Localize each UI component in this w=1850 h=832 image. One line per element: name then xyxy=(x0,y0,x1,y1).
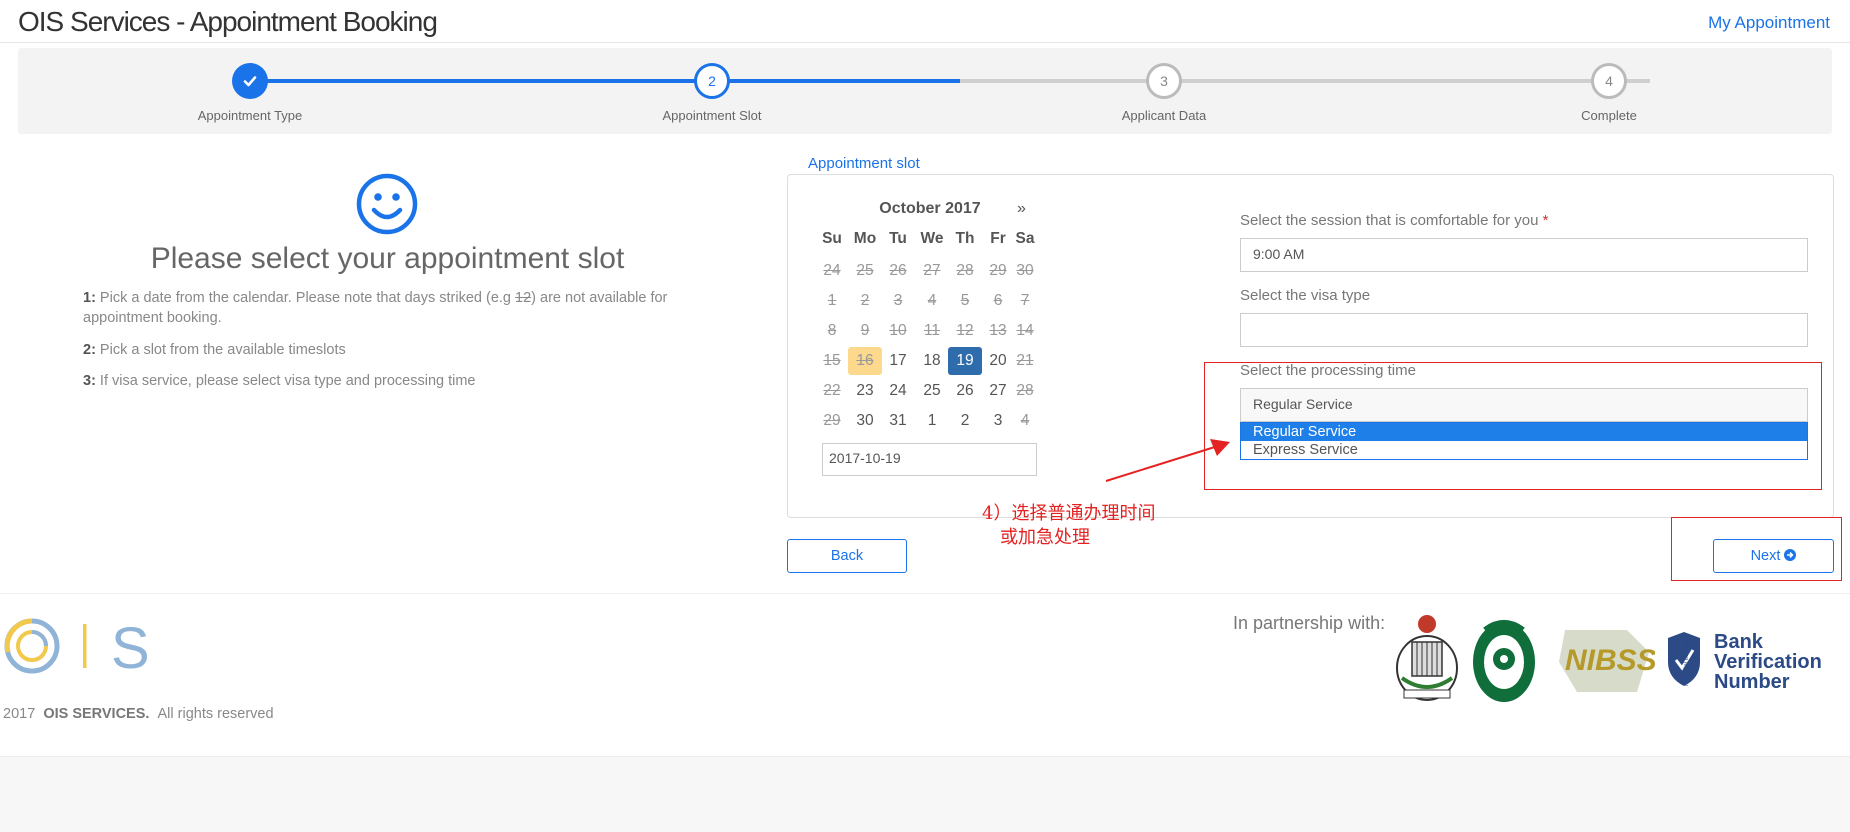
calendar-day-selected[interactable]: 19 xyxy=(948,347,982,375)
footer-divider xyxy=(0,593,1850,594)
calendar-day[interactable]: 2 xyxy=(948,407,982,435)
calendar-day: 2 xyxy=(860,292,870,309)
check-icon xyxy=(243,76,257,87)
arrow-circle-right-icon xyxy=(1784,549,1797,561)
weekday-header: Su xyxy=(822,230,842,247)
calendar-day: 21 xyxy=(1016,352,1034,369)
calendar-day: 25 xyxy=(856,262,874,279)
copyright: 2017 OIS SERVICES. All rights reserved xyxy=(3,706,274,722)
calendar-day: 7 xyxy=(1020,292,1030,309)
annotation-text: 4）选择普通办理时间 或加急处理 xyxy=(982,503,1156,548)
calendar-day: 4 xyxy=(1020,412,1030,429)
calendar-day: 27 xyxy=(923,262,941,279)
step-2-circle[interactable]: 2 xyxy=(694,63,730,99)
immigration-service-logo xyxy=(1396,615,1458,701)
calendar-day: 3 xyxy=(893,292,903,309)
weekday-header: Sa xyxy=(1015,230,1035,247)
weekday-header: Th xyxy=(955,230,975,247)
visa-type-label: Select the visa type xyxy=(1240,287,1371,304)
calendar-day: 16 xyxy=(848,347,882,375)
instruction-1: 1: Pick a date from the calendar. Please… xyxy=(83,290,668,326)
bvn-logo: Financial Industry Bank Verification Num… xyxy=(1668,631,1822,692)
header: OIS Services - Appointment Booking My Ap… xyxy=(0,0,1850,43)
calendar-day[interactable]: 23 xyxy=(848,377,882,405)
calendar-day: 29 xyxy=(823,412,841,429)
step-1-circle[interactable] xyxy=(232,63,268,99)
calendar-day: 28 xyxy=(956,262,974,279)
calendar-day: 28 xyxy=(1016,382,1034,399)
step-2-label: Appointment Slot xyxy=(662,108,762,123)
calendar-month-title[interactable]: October 2017 xyxy=(875,200,985,218)
calendar-day[interactable]: 25 xyxy=(915,377,949,405)
calendar-day[interactable]: 18 xyxy=(915,347,949,375)
calendar-day: 11 xyxy=(923,322,941,339)
session-select[interactable]: 9:00 AM xyxy=(1240,238,1808,272)
calendar-day[interactable]: 30 xyxy=(848,407,882,435)
calendar-day: 24 xyxy=(823,262,841,279)
calendar-day: 15 xyxy=(823,352,841,369)
calendar-day: 10 xyxy=(889,322,907,339)
progress-line-complete xyxy=(250,79,960,83)
svg-text:Financial Industry: Financial Industry xyxy=(1684,639,1690,686)
calendar-day: 30 xyxy=(1016,262,1034,279)
annotation-arrow xyxy=(1105,439,1230,482)
svg-text:Number: Number xyxy=(1714,671,1790,692)
my-appointment-link[interactable]: My Appointment xyxy=(1708,13,1830,33)
svg-text:Verification: Verification xyxy=(1714,651,1822,673)
visa-type-select[interactable] xyxy=(1240,313,1808,347)
annotation-box-processing xyxy=(1204,362,1822,490)
svg-text:Bank: Bank xyxy=(1714,631,1764,653)
progress-wizard: Appointment Type 2 Appointment Slot 3 Ap… xyxy=(18,48,1832,134)
step-4-label: Complete xyxy=(1581,108,1637,123)
calendar-day: 1 xyxy=(827,292,837,309)
calendar-day[interactable]: 1 xyxy=(915,407,949,435)
calendar-day: 26 xyxy=(889,262,907,279)
svg-text:S: S xyxy=(111,616,150,678)
calendar-day[interactable]: 31 xyxy=(881,407,915,435)
next-button[interactable]: Next xyxy=(1713,539,1834,573)
calendar-day[interactable]: 26 xyxy=(948,377,982,405)
ois-logo: S xyxy=(4,616,150,678)
step-4-circle[interactable]: 4 xyxy=(1591,63,1627,99)
step-3-label: Applicant Data xyxy=(1121,108,1207,123)
calendar-day: 5 xyxy=(960,292,970,309)
calendar-day[interactable]: 17 xyxy=(881,347,915,375)
calendar-day: 4 xyxy=(927,292,937,309)
calendar-day[interactable]: 24 xyxy=(881,377,915,405)
calendar-day: 9 xyxy=(860,322,870,339)
calendar-day: 8 xyxy=(827,322,837,339)
progress-line-pending xyxy=(960,79,1650,83)
cbn-logo xyxy=(1473,620,1535,702)
svg-text:NIBSS: NIBSS xyxy=(1565,644,1655,677)
selected-date-field[interactable]: 2017-10-19 xyxy=(822,443,1037,476)
footer-background xyxy=(0,757,1850,832)
step-1-label: Appointment Type xyxy=(197,108,303,123)
calendar-next-button[interactable]: » xyxy=(1017,200,1026,218)
nibss-logo: NIBSS xyxy=(1559,630,1655,692)
weekday-header: Mo xyxy=(853,230,877,247)
weekday-header: We xyxy=(920,230,944,247)
smiley-icon xyxy=(356,173,418,235)
app-title: OIS Services - Appointment Booking xyxy=(18,6,438,37)
instruction-2: 2: Pick a slot from the available timesl… xyxy=(83,342,346,358)
back-button[interactable]: Back xyxy=(787,539,907,573)
calendar-day: 12 xyxy=(956,322,974,339)
calendar-day: 22 xyxy=(823,382,841,399)
weekday-header: Tu xyxy=(889,230,907,247)
session-label: Select the session that is comfortable f… xyxy=(1240,212,1549,229)
info-title: Please select your appointment slot xyxy=(150,242,625,275)
panel-legend: Appointment slot xyxy=(800,155,928,172)
calendar-day: 14 xyxy=(1016,322,1034,339)
partnership-label: In partnership with: xyxy=(1233,613,1386,633)
instruction-3: 3: If visa service, please select visa t… xyxy=(83,373,476,389)
step-3-circle[interactable]: 3 xyxy=(1146,63,1182,99)
